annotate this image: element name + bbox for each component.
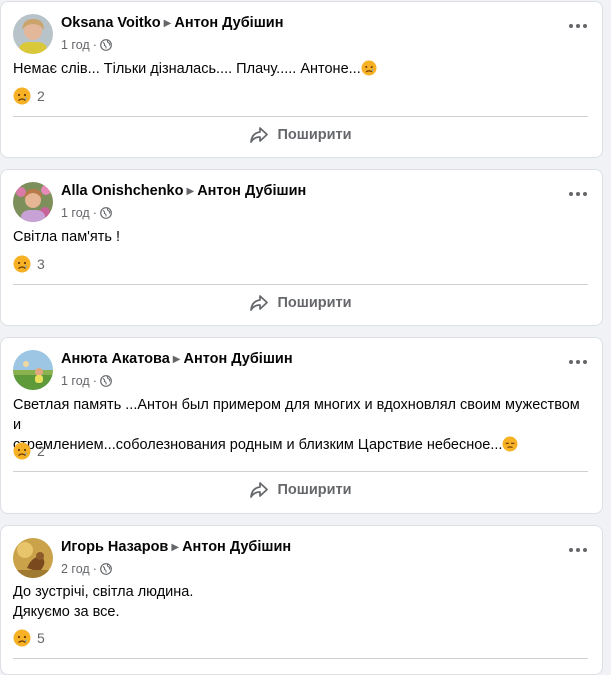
post-text-line: Дякуємо за все. bbox=[13, 604, 120, 620]
post-text-line: стремлением...соболезнования родным и бл… bbox=[13, 437, 503, 453]
author-name[interactable]: Alla Onishchenko bbox=[61, 183, 183, 199]
avatar[interactable] bbox=[13, 182, 53, 222]
author-name[interactable]: Игорь Назаров bbox=[61, 539, 168, 555]
more-options-icon[interactable] bbox=[564, 16, 592, 36]
sad-face-icon bbox=[13, 629, 31, 647]
avatar[interactable] bbox=[13, 538, 53, 578]
share-arrow-icon bbox=[250, 295, 269, 311]
target-name[interactable]: Антон Дубішин bbox=[182, 539, 291, 555]
post-text: Светлая память ...Антон был примером для… bbox=[13, 395, 588, 458]
crying-face-emoji-icon bbox=[361, 60, 377, 82]
post-text-line: До зустрічі, світла людина. bbox=[13, 584, 194, 600]
post-text-line: Немає слів... Тільки дізналась.... Плачу… bbox=[13, 61, 361, 77]
post-text: До зустрічі, світла людина. Дякуємо за в… bbox=[13, 582, 588, 622]
reaction-count: 2 bbox=[37, 443, 45, 459]
author-name[interactable]: Oksana Voitko bbox=[61, 15, 161, 31]
reaction-count: 2 bbox=[37, 88, 45, 104]
post-card: Oksana Voitko ▶ Антон Дубішин 1 год · Немає… bbox=[0, 1, 603, 158]
target-name[interactable]: Антон Дубішин bbox=[174, 15, 283, 31]
post-card: Alla Onishchenko ▶ Антон Дубішин 1 год · Св… bbox=[0, 169, 603, 326]
divider bbox=[13, 284, 588, 285]
post-card: Анюта Акатова ▶ Антон Дубішин 1 год · Светл… bbox=[0, 337, 603, 514]
post-time[interactable]: 2 год bbox=[61, 562, 90, 576]
post-time[interactable]: 1 год bbox=[61, 38, 90, 52]
post-card: Игорь Назаров ▶ Антон Дубішин 2 год · До зу… bbox=[0, 525, 603, 675]
target-name[interactable]: Антон Дубішин bbox=[197, 183, 306, 199]
reaction-summary[interactable]: 5 bbox=[13, 629, 45, 647]
post-time[interactable]: 1 год bbox=[61, 374, 90, 388]
post-time[interactable]: 1 год bbox=[61, 206, 90, 220]
share-button[interactable]: Поширити bbox=[13, 474, 588, 506]
reaction-count: 5 bbox=[37, 630, 45, 646]
globe-icon bbox=[99, 374, 112, 392]
globe-icon bbox=[99, 206, 112, 224]
author-name[interactable]: Анюта Акатова bbox=[61, 351, 170, 367]
reaction-summary[interactable]: 2 bbox=[13, 442, 45, 460]
globe-icon bbox=[99, 562, 112, 580]
share-arrow-icon bbox=[250, 127, 269, 143]
share-arrow-icon bbox=[250, 482, 269, 498]
globe-icon bbox=[99, 38, 112, 56]
post-text: Світла пам'ять ! bbox=[13, 227, 588, 247]
more-options-icon[interactable] bbox=[564, 184, 592, 204]
sad-face-icon bbox=[13, 255, 31, 273]
divider bbox=[13, 658, 588, 659]
share-label: Поширити bbox=[277, 295, 352, 311]
caret-right-icon: ▶ bbox=[186, 186, 195, 197]
divider bbox=[13, 471, 588, 472]
post-text: Немає слів... Тільки дізналась.... Плачу… bbox=[13, 59, 588, 82]
more-options-icon[interactable] bbox=[564, 540, 592, 560]
share-button[interactable]: Поширити bbox=[13, 119, 588, 151]
target-name[interactable]: Антон Дубішин bbox=[184, 351, 293, 367]
sad-face-icon bbox=[13, 442, 31, 460]
caret-right-icon: ▶ bbox=[171, 542, 180, 553]
reaction-summary[interactable]: 2 bbox=[13, 87, 45, 105]
reaction-count: 3 bbox=[37, 256, 45, 272]
post-text-line: Светлая память ...Антон был примером для… bbox=[13, 397, 580, 433]
share-button[interactable]: Поширити bbox=[13, 287, 588, 319]
avatar[interactable] bbox=[13, 350, 53, 390]
share-label: Поширити bbox=[277, 127, 352, 143]
pensive-face-emoji-icon bbox=[502, 436, 518, 458]
divider bbox=[13, 116, 588, 117]
post-text-line: Світла пам'ять ! bbox=[13, 229, 121, 245]
caret-right-icon: ▶ bbox=[172, 354, 181, 365]
caret-right-icon: ▶ bbox=[163, 18, 172, 29]
sad-face-icon bbox=[13, 87, 31, 105]
avatar[interactable] bbox=[13, 14, 53, 54]
reaction-summary[interactable]: 3 bbox=[13, 255, 45, 273]
more-options-icon[interactable] bbox=[564, 352, 592, 372]
share-label: Поширити bbox=[277, 482, 352, 498]
